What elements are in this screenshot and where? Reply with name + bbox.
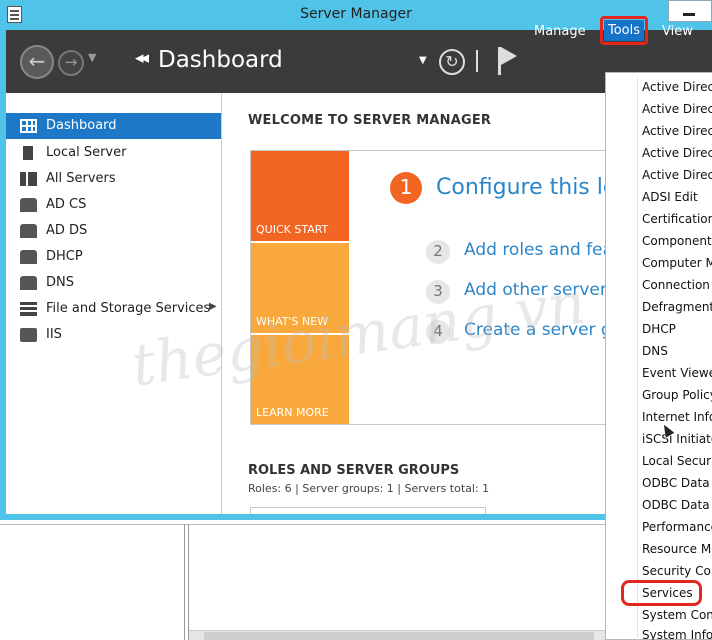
dns-icon — [20, 276, 37, 290]
breadcrumb-arrows-icon: ◂◂ — [135, 48, 149, 68]
expand-arrow-icon[interactable]: ▶ — [209, 301, 217, 312]
menu-item[interactable]: ODBC Data S — [642, 498, 712, 518]
sidebar-item-dns[interactable]: DNS — [6, 270, 221, 296]
sidebar-item-dhcp[interactable]: DHCP — [6, 244, 221, 270]
ad-cs-icon — [20, 198, 37, 212]
sidebar-item-dashboard[interactable]: Dashboard — [6, 113, 221, 139]
flag-cloth — [501, 47, 517, 65]
menu-item[interactable]: Connection M — [642, 278, 712, 298]
minimize-button[interactable] — [668, 0, 712, 22]
step-add-servers-link[interactable]: Add other servers — [464, 280, 616, 300]
roles-summary: Roles: 6 | Server groups: 1 | Servers to… — [248, 482, 490, 495]
background-window — [0, 520, 606, 640]
menu-item[interactable]: DNS — [642, 344, 712, 364]
step-number-badge: 1 — [390, 172, 422, 204]
sidebar-item-file-and-storage-services[interactable]: File and Storage Services ▶ — [6, 296, 221, 322]
menu-manage[interactable]: Manage — [534, 24, 586, 39]
menu-item[interactable]: Active Directo — [642, 102, 712, 122]
step-add-roles-link[interactable]: Add roles and feat — [464, 240, 620, 260]
scrollbar-thumb[interactable] — [204, 632, 594, 640]
menu-item[interactable]: ODBC Data S — [642, 476, 712, 496]
sidebar-item-local-server[interactable]: Local Server — [6, 140, 221, 166]
storage-icon — [20, 302, 37, 316]
sidebar-item-label: File and Storage Services — [46, 301, 211, 316]
back-arrow-icon[interactable]: ← — [20, 45, 54, 79]
roles-heading: ROLES AND SERVER GROUPS — [248, 463, 460, 478]
header-separator — [476, 50, 478, 72]
tile-quick-start[interactable]: QUICK START — [251, 151, 349, 241]
dhcp-icon — [20, 250, 37, 264]
step-configure-link[interactable]: Configure this loc — [436, 175, 628, 200]
sidebar-item-label: All Servers — [46, 171, 116, 186]
breadcrumb-dropdown-icon[interactable]: ▼ — [419, 55, 427, 66]
menu-item[interactable]: Active Directo — [642, 124, 712, 144]
server-manager-window: Server Manager ← → ▼ ◂◂ Dashboard ▼ ↻ Ma… — [0, 0, 712, 640]
tile-learn-more[interactable]: LEARN MORE — [251, 335, 349, 424]
sidebar-item-iis[interactable]: IIS — [6, 322, 221, 348]
menu-item[interactable]: Computer Ma — [642, 256, 712, 276]
menu-item[interactable]: Resource Mo — [642, 542, 712, 562]
history-dropdown-icon[interactable]: ▼ — [88, 51, 96, 64]
menu-item[interactable]: ADSI Edit — [642, 190, 712, 210]
menu-item[interactable]: System Confi — [642, 608, 712, 628]
welcome-heading: WELCOME TO SERVER MANAGER — [248, 113, 492, 128]
sidebar-item-all-servers[interactable]: All Servers — [6, 166, 221, 192]
sidebar-item-label: AD DS — [46, 223, 88, 238]
menu-item[interactable]: DHCP — [642, 322, 712, 342]
sidebar-item-ad-ds[interactable]: AD DS — [6, 218, 221, 244]
sidebar-item-label: IIS — [46, 327, 62, 342]
menu-icon-gutter — [637, 78, 638, 640]
menu-item[interactable]: Component S — [642, 234, 712, 254]
menu-item[interactable]: Performance — [642, 520, 712, 540]
refresh-icon[interactable]: ↻ — [439, 49, 465, 75]
menu-item[interactable]: Local Security — [642, 454, 712, 474]
servers-icon — [20, 172, 37, 186]
step-number-badge: 4 — [426, 320, 450, 344]
menu-tools[interactable]: Tools — [604, 20, 644, 41]
menu-item[interactable]: iSCSI Initiator — [642, 432, 712, 452]
sidebar-item-label: AD CS — [46, 197, 87, 212]
menu-item[interactable]: Active Directo — [642, 80, 712, 100]
step-number-badge: 2 — [426, 240, 450, 264]
page-title: Dashboard — [158, 47, 283, 73]
services-highlight-annotation — [621, 580, 702, 606]
menu-item[interactable]: Active Directo — [642, 168, 712, 188]
dashboard-icon — [20, 119, 37, 133]
sidebar-item-label: Local Server — [46, 145, 127, 160]
menu-item[interactable]: System Inform — [642, 628, 712, 640]
sidebar-item-label: DHCP — [46, 249, 83, 264]
tile-whats-new[interactable]: WHAT'S NEW — [251, 243, 349, 333]
server-icon — [23, 146, 33, 160]
background-divider — [0, 524, 606, 525]
menu-item[interactable]: Active Directo — [642, 146, 712, 166]
menu-view[interactable]: View — [662, 24, 693, 39]
background-pane-border — [188, 524, 189, 640]
menu-item[interactable]: Group Policy — [642, 388, 712, 408]
tile-label: LEARN MORE — [256, 406, 329, 419]
notifications-flag-icon[interactable] — [498, 47, 518, 75]
forward-arrow-icon[interactable]: → — [58, 50, 84, 76]
background-pane-border — [184, 524, 185, 640]
menu-item[interactable]: Certification A — [642, 212, 712, 232]
dashboard-main: WELCOME TO SERVER MANAGER QUICK START WH… — [222, 93, 628, 517]
tile-label: WHAT'S NEW — [256, 315, 329, 328]
step-number-badge: 3 — [426, 280, 450, 304]
ad-ds-icon — [20, 224, 37, 238]
sidebar-item-label: DNS — [46, 275, 74, 290]
step-create-group-link[interactable]: Create a server gr — [464, 320, 619, 340]
navigation-sidebar: Dashboard Local Server All Servers AD CS… — [6, 93, 221, 514]
iis-icon — [20, 328, 37, 342]
sidebar-item-ad-cs[interactable]: AD CS — [6, 192, 221, 218]
tile-label: QUICK START — [256, 223, 329, 236]
menu-item[interactable]: Internet Infor — [642, 410, 712, 430]
menu-item[interactable]: Event Viewer — [642, 366, 712, 386]
menu-item[interactable]: Defragment a — [642, 300, 712, 320]
sidebar-item-label: Dashboard — [46, 118, 117, 133]
